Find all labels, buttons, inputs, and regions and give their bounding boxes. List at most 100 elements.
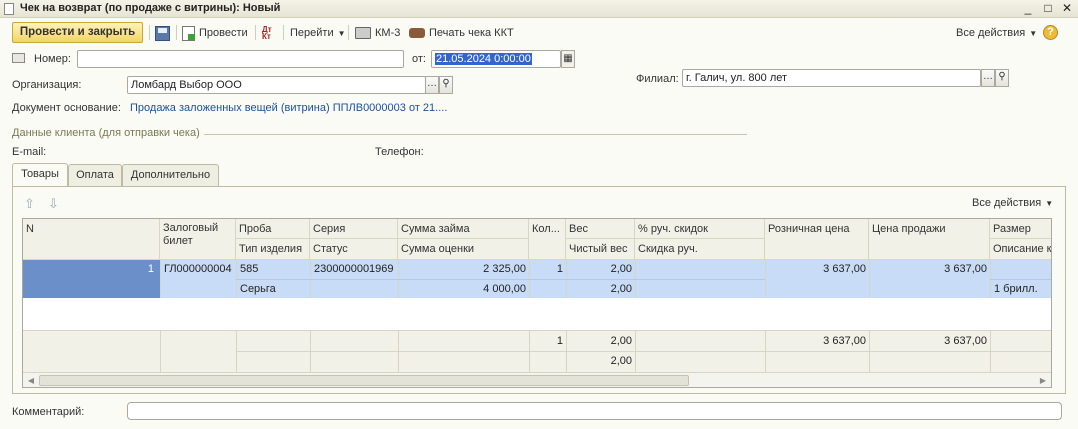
minimize-button[interactable]: _: [1021, 1, 1035, 15]
goto-label: Перейти: [290, 27, 334, 39]
email-label: E-mail:: [12, 146, 47, 158]
col-weight[interactable]: Вес: [566, 219, 635, 239]
total-weight: 2,00: [610, 335, 632, 347]
row-item-type: Серьга: [240, 283, 276, 295]
post-and-close-button[interactable]: Провести и закрыть: [12, 22, 143, 43]
row-net-weight: 2,00: [610, 283, 632, 295]
phone-label: Телефон:: [375, 146, 424, 158]
toolbar-separator: [348, 25, 349, 40]
move-up-icon[interactable]: ⇧: [24, 196, 35, 212]
scrollbar-thumb[interactable]: [39, 375, 689, 386]
dtkt-button[interactable]: Дт Кт: [262, 24, 276, 42]
title-bar: Чек на возврат (по продаже с витрины): Н…: [0, 0, 1078, 18]
row-description: 1 брилл.: [994, 283, 1038, 295]
dropdown-arrow-icon: ▼: [1045, 198, 1054, 208]
client-group-title: Данные клиента (для отправки чека): [12, 127, 200, 139]
col-manual-discount[interactable]: Скидка руч.: [635, 239, 765, 260]
goods-table[interactable]: N Залоговый билет Проба Серия Сумма займ…: [22, 218, 1052, 388]
total-sale-price: 3 637,00: [944, 335, 987, 347]
row-series: 2300000001969: [314, 263, 394, 275]
date-field[interactable]: 21.05.2024 0:00:00: [431, 50, 561, 68]
dropdown-arrow-icon: ▼: [337, 28, 346, 38]
number-field[interactable]: [77, 50, 404, 68]
date-label: от:: [412, 53, 426, 65]
base-doc-link[interactable]: Продажа заложенных вещей (витрина) ППЛВ0…: [130, 102, 447, 114]
date-value: 21.05.2024 0:00:00: [435, 53, 532, 65]
post-document-icon: [182, 25, 195, 41]
receipt-icon: [409, 28, 425, 38]
post-label: Провести: [199, 27, 248, 39]
org-label: Организация:: [12, 79, 82, 91]
printer-icon: [355, 27, 371, 39]
row-appraisal-sum: 4 000,00: [483, 283, 526, 295]
number-label: Номер:: [34, 53, 71, 65]
col-appraisal-sum[interactable]: Сумма оценки: [398, 239, 529, 260]
org-select-button[interactable]: …: [425, 76, 439, 94]
total-qty: 1: [556, 335, 563, 347]
print-check-button[interactable]: Печать чека ККТ: [409, 24, 514, 42]
help-button[interactable]: ?: [1043, 25, 1058, 40]
row-weight: 2,00: [610, 263, 632, 275]
window-title: Чек на возврат (по продаже с витрины): Н…: [20, 2, 281, 14]
row-n: 1: [147, 263, 154, 275]
tab-goods[interactable]: Товары: [12, 163, 68, 187]
document-icon: [4, 3, 14, 15]
calendar-icon[interactable]: ▦: [561, 50, 575, 68]
comment-field[interactable]: [127, 402, 1062, 420]
toolbar-separator: [283, 25, 284, 40]
row-retail-price: 3 637,00: [823, 263, 866, 275]
row-loan-sum: 2 325,00: [483, 263, 526, 275]
maximize-button[interactable]: □: [1041, 1, 1055, 15]
col-qty[interactable]: Кол...: [529, 219, 566, 260]
comment-label: Комментарий:: [12, 406, 85, 418]
tab-additional[interactable]: Дополнительно: [122, 164, 219, 186]
row-proba: 585: [240, 263, 259, 275]
branch-field[interactable]: г. Галич, ул. 800 лет: [682, 69, 981, 87]
branch-search-icon[interactable]: ⚲: [995, 69, 1009, 87]
col-retail-price[interactable]: Розничная цена: [765, 219, 869, 260]
row-ticket: ГЛ000000004: [164, 263, 232, 275]
post-button[interactable]: Провести: [182, 24, 248, 42]
org-search-icon[interactable]: ⚲: [439, 76, 453, 94]
toolbar-separator: [255, 25, 256, 40]
toolbar-separator: [149, 25, 150, 40]
col-net-weight[interactable]: Чистый вес: [566, 239, 635, 260]
all-actions-menu[interactable]: Все действия ▼: [956, 24, 1037, 42]
goto-menu[interactable]: Перейти ▼: [290, 24, 346, 42]
base-doc-label: Документ основание:: [12, 102, 121, 114]
scroll-left-icon[interactable]: ◀: [25, 375, 37, 386]
grid-all-actions-label: Все действия: [972, 197, 1042, 209]
toolbar-separator: [176, 25, 177, 40]
tab-payment[interactable]: Оплата: [68, 164, 122, 186]
grid-all-actions-menu[interactable]: Все действия ▼: [972, 194, 1053, 212]
col-size[interactable]: Размер: [990, 219, 1051, 239]
col-description[interactable]: Описание к: [990, 239, 1051, 260]
close-button[interactable]: ✕: [1060, 1, 1074, 15]
col-manual-discount-pct[interactable]: % руч. скидок: [635, 219, 765, 239]
all-actions-label: Все действия: [956, 27, 1026, 39]
col-ticket[interactable]: Залоговый билет: [160, 219, 236, 260]
col-series[interactable]: Серия: [310, 219, 398, 239]
horizontal-scrollbar[interactable]: ◀ ▶: [23, 372, 1051, 387]
row-sale-price: 3 637,00: [944, 263, 987, 275]
print-check-label: Печать чека ККТ: [429, 27, 514, 39]
move-down-icon[interactable]: ⇩: [48, 196, 59, 212]
list-icon: [12, 53, 25, 63]
branch-label: Филиал:: [636, 73, 679, 85]
dtkt-icon: Дт Кт: [262, 25, 272, 41]
scroll-right-icon[interactable]: ▶: [1037, 375, 1049, 386]
save-button[interactable]: [155, 24, 170, 42]
col-item-type[interactable]: Тип изделия: [236, 239, 310, 260]
col-n[interactable]: N: [23, 219, 160, 260]
total-net-weight: 2,00: [610, 355, 632, 367]
col-loan-sum[interactable]: Сумма займа: [398, 219, 529, 239]
col-sale-price[interactable]: Цена продажи: [869, 219, 990, 260]
branch-select-button[interactable]: …: [981, 69, 995, 87]
col-proba[interactable]: Проба: [236, 219, 310, 239]
col-status[interactable]: Статус: [310, 239, 398, 260]
save-icon: [155, 25, 170, 41]
org-field[interactable]: Ломбард Выбор ООО: [127, 76, 426, 94]
km3-label: КМ-3: [375, 27, 401, 39]
row-qty: 1: [556, 263, 563, 275]
km3-button[interactable]: КМ-3: [355, 24, 400, 42]
